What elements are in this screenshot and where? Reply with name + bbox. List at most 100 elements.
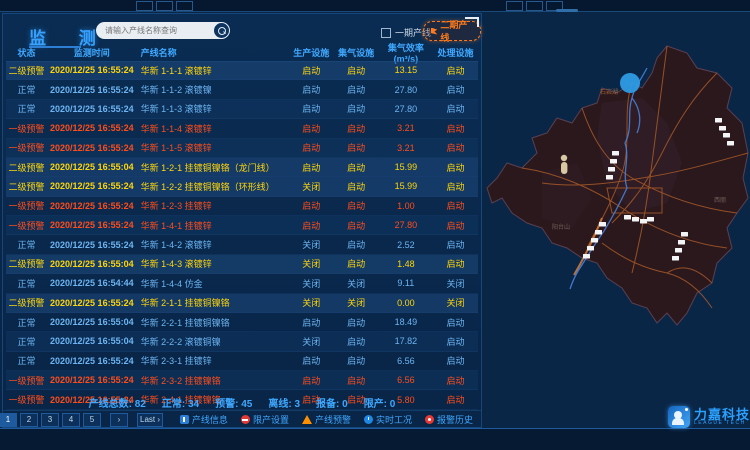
site-marker[interactable]: [715, 118, 722, 123]
page-button-5[interactable]: 5: [83, 413, 101, 427]
site-marker[interactable]: [632, 217, 639, 222]
cell-status: 二级预警: [6, 296, 47, 309]
cell-time: 2020/12/25 16:55:24: [47, 104, 137, 114]
table-row[interactable]: 一级预警2020/12/25 16:55:24华新 1-2-3 挂镀锌启动启动1…: [6, 197, 478, 216]
legend-item-realtime[interactable]: 实时工况: [364, 413, 412, 426]
search-input[interactable]: [96, 26, 214, 35]
cell-production: 关闭: [289, 257, 334, 270]
cell-line-name: 华新 2-2-1 挂镀铜镍铬: [137, 316, 289, 329]
cell-status: 一级预警: [6, 374, 47, 387]
table-row[interactable]: 正常2020/12/25 16:55:24华新 2-3-1 挂镀锌启动启动6.5…: [6, 352, 478, 371]
site-marker[interactable]: [608, 167, 615, 172]
company-logo: 力嘉科技 LEAGUE TECH: [668, 404, 750, 430]
table-row[interactable]: 二级预警2020/12/25 16:55:24华新 2-1-1 挂镀铜镍铬关闭关…: [6, 294, 478, 313]
last-page-button[interactable]: Last ›: [137, 413, 163, 427]
column-header: 处理设施: [433, 46, 478, 59]
cell-time: 2020/12/25 16:55:24: [47, 201, 137, 211]
site-marker[interactable]: [591, 238, 598, 243]
cell-production: 关闭: [289, 238, 334, 251]
cell-production: 启动: [289, 141, 334, 154]
table-row[interactable]: 一级预警2020/12/25 16:55:24华新 2-3-2 挂镀镍铬启动启动…: [6, 371, 478, 390]
table-row[interactable]: 二级预警2020/12/25 16:55:24华新 1-2-2 挂镀铜镍铬（环形…: [6, 177, 478, 196]
table-row[interactable]: 正常2020/12/25 16:55:04华新 2-2-1 挂镀铜镍铬启动启动1…: [6, 313, 478, 332]
site-marker[interactable]: [606, 175, 613, 180]
cell-status: 二级预警: [6, 64, 47, 77]
page-button-3[interactable]: 3: [41, 413, 59, 427]
legend-item-warning[interactable]: 产线预警: [302, 413, 351, 426]
cell-line-name: 华新 1-1-5 滚镀锌: [137, 141, 289, 154]
site-marker[interactable]: [681, 232, 688, 237]
cell-treatment: 启动: [433, 83, 478, 96]
table-row[interactable]: 正常2020/12/25 16:55:24华新 1-4-2 滚镀锌关闭启动2.5…: [6, 235, 478, 254]
table-row[interactable]: 二级预警2020/12/25 16:55:24华新 1-1-1 滚镀锌启动启动1…: [6, 61, 478, 80]
header-divider-highlight: [556, 9, 578, 12]
site-marker[interactable]: [587, 246, 594, 251]
cell-production: 启动: [289, 83, 334, 96]
summary-item: 预警: 45: [215, 395, 252, 410]
table-header: 状态监测时间产线名称生产设施集气设施集气效率(m³/s)处理设施: [6, 44, 478, 62]
search-button[interactable]: [214, 23, 229, 38]
site-marker[interactable]: [612, 151, 619, 156]
table-row[interactable]: 正常2020/12/25 16:54:44华新 1-4-4 仿金关闭关闭9.11…: [6, 274, 478, 293]
site-marker[interactable]: [624, 215, 631, 220]
legend-item-alarm[interactable]: 报警历史: [425, 413, 473, 426]
district-map[interactable]: 石岩湖阳台山西丽: [482, 13, 750, 428]
site-marker[interactable]: [727, 141, 734, 146]
summary-item: 报备: 0: [316, 395, 348, 410]
cell-efficiency: 2.52: [379, 240, 434, 250]
cell-time: 2020/12/25 16:55:24: [47, 298, 137, 308]
page-button-1[interactable]: 1: [0, 413, 17, 427]
table-row[interactable]: 二级预警2020/12/25 16:55:04华新 1-2-1 挂镀铜镍铬（龙门…: [6, 158, 478, 177]
table-row[interactable]: 二级预警2020/12/25 16:55:04华新 1-4-3 滚镀锌关闭启动1…: [6, 255, 478, 274]
cell-gas-collect: 启动: [334, 180, 379, 193]
legend-label: 产线信息: [192, 413, 228, 426]
cell-efficiency: 15.99: [379, 162, 434, 172]
cell-efficiency: 13.15: [379, 65, 434, 75]
table-body: 二级预警2020/12/25 16:55:24华新 1-1-1 滚镀锌启动启动1…: [6, 61, 478, 392]
page-button-2[interactable]: 2: [20, 413, 38, 427]
site-marker[interactable]: [723, 133, 730, 138]
cell-production: 启动: [289, 199, 334, 212]
cell-gas-collect: 关闭: [334, 277, 379, 290]
table-row[interactable]: 正常2020/12/25 16:55:24华新 1-1-2 滚镀镍启动启动27.…: [6, 80, 478, 99]
site-marker[interactable]: [675, 248, 682, 253]
cell-efficiency: 1.00: [379, 201, 434, 211]
cell-time: 2020/12/25 16:55:24: [47, 220, 137, 230]
cell-treatment: 启动: [433, 354, 478, 367]
cell-production: 启动: [289, 354, 334, 367]
table-row[interactable]: 一级预警2020/12/25 16:55:24华新 1-4-1 挂镀锌启动启动2…: [6, 216, 478, 235]
summary-bar: 产线总数: 82正常: 34预警: 45离线: 3报备: 0限产: 0: [3, 394, 481, 410]
table-row[interactable]: 一级预警2020/12/25 16:55:24华新 1-1-5 滚镀锌启动启动3…: [6, 139, 478, 158]
legend-item-restrict[interactable]: 限产设置: [241, 413, 289, 426]
map-place-label: 西丽: [714, 197, 726, 204]
cell-production: 启动: [289, 316, 334, 329]
cell-status: 正常: [6, 335, 47, 348]
cell-treatment: 启动: [433, 316, 478, 329]
site-marker[interactable]: [672, 256, 679, 261]
page-button-4[interactable]: 4: [62, 413, 80, 427]
cell-line-name: 华新 2-3-1 挂镀锌: [137, 354, 289, 367]
next-page-button[interactable]: ›: [110, 413, 128, 427]
site-marker[interactable]: [647, 217, 654, 222]
site-marker[interactable]: [678, 240, 685, 245]
site-marker[interactable]: [583, 254, 590, 259]
cell-time: 2020/12/25 16:55:24: [47, 65, 137, 75]
cell-efficiency: 27.80: [379, 220, 434, 230]
cell-line-name: 华新 1-2-3 挂镀锌: [137, 199, 289, 212]
cell-time: 2020/12/25 16:55:04: [47, 162, 137, 172]
cell-treatment: 启动: [433, 257, 478, 270]
site-marker[interactable]: [640, 219, 647, 224]
site-marker[interactable]: [610, 159, 617, 164]
site-marker[interactable]: [719, 126, 726, 131]
table-row[interactable]: 正常2020/12/25 16:55:04华新 2-2-2 滚镀铜镍关闭启动17…: [6, 332, 478, 351]
site-marker[interactable]: [599, 222, 606, 227]
header-divider: [0, 11, 750, 12]
reservoir-marker[interactable]: [620, 73, 640, 93]
legend-item-info[interactable]: 产线信息: [180, 413, 228, 426]
site-marker[interactable]: [595, 230, 602, 235]
table-row[interactable]: 正常2020/12/25 16:55:24华新 1-1-3 滚镀锌启动启动27.…: [6, 100, 478, 119]
search-box: [96, 22, 230, 39]
window-control-box: [506, 1, 523, 11]
table-row[interactable]: 一级预警2020/12/25 16:55:24华新 1-1-4 滚镀锌启动启动3…: [6, 119, 478, 138]
cell-production: 启动: [289, 374, 334, 387]
